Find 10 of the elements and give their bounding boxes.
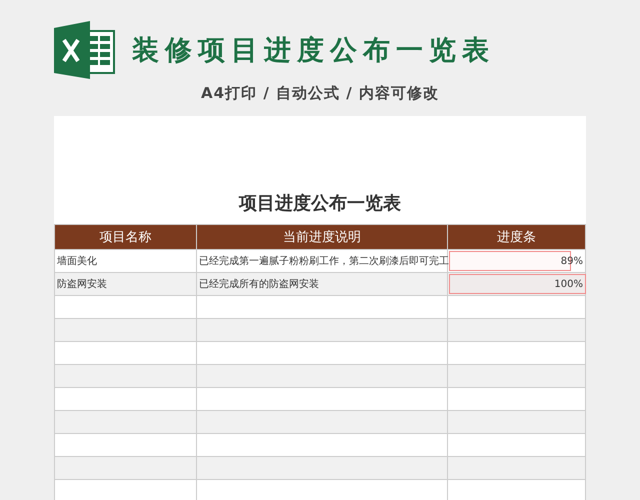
page-subtitle: A4打印 / 自动公式 / 内容可修改 [200,83,440,104]
page-title: 装修项目进度公布一览表 [132,34,495,68]
table-cell: 已经完成所有的防盗网安装 [196,272,448,296]
column-header: 当前进度说明 [196,224,448,250]
table-cell: 防盗网安装 [54,272,196,296]
sheet-title: 项目进度公布一览表 [238,192,402,216]
progress-reading: 100% [554,278,583,290]
column-header: 项目名称 [54,224,196,250]
spreadsheet-logo-icon [54,21,116,79]
column-header: 进度条 [448,224,586,250]
